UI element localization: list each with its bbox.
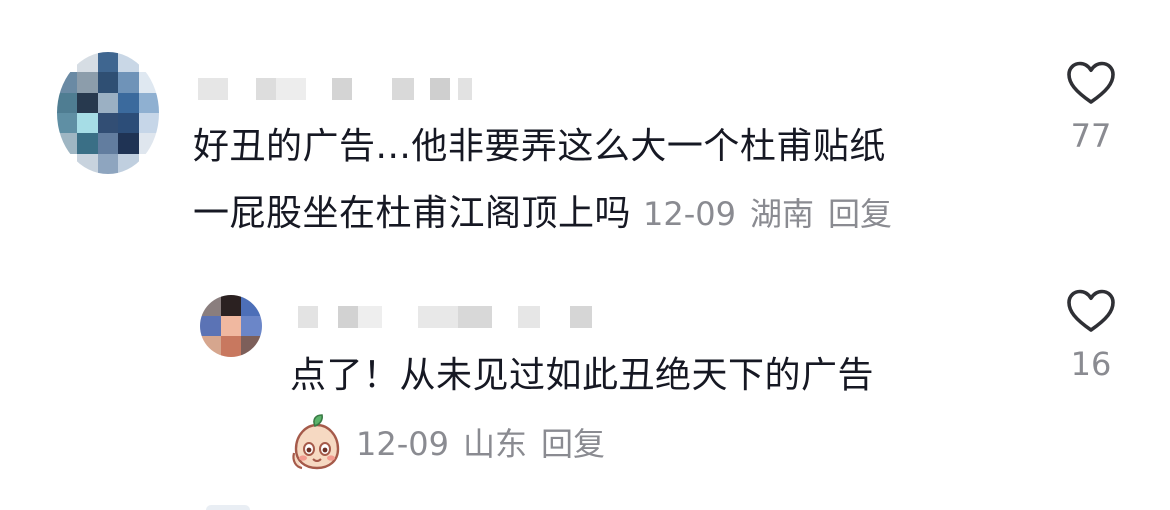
avatar[interactable] (57, 52, 159, 174)
comment-location: 山东 (462, 425, 527, 463)
comment-meta: 12-09 山东 回复 (356, 419, 605, 465)
comment-location: 湖南 (749, 195, 814, 233)
comment-time: 12-09 (356, 425, 449, 463)
comment-text-continued: 一屁股坐在杜甫江阁顶上吗 (193, 193, 632, 234)
reply-button[interactable]: 回复 (541, 425, 605, 463)
comment-meta: 12-09 湖南 回复 (643, 195, 892, 233)
avatar[interactable] (200, 295, 262, 357)
comment-time: 12-09 (642, 195, 736, 233)
like-button[interactable]: 77 (1051, 60, 1131, 152)
reply-meta-row: 12-09 山东 回复 (290, 412, 605, 472)
reply-button[interactable]: 回复 (828, 195, 892, 233)
peach-face-emoji-icon (290, 413, 344, 471)
next-avatar-edge (206, 505, 250, 510)
comment-text-line2: 一屁股坐在杜甫江阁顶上吗 12-09 湖南 回复 (193, 193, 892, 234)
heart-outline-icon[interactable] (1065, 60, 1117, 106)
like-button[interactable]: 16 (1051, 288, 1131, 380)
username-blurred[interactable] (198, 78, 472, 100)
username-blurred[interactable] (298, 306, 592, 328)
like-count: 16 (1070, 345, 1112, 383)
heart-outline-icon[interactable] (1065, 288, 1117, 334)
comment-text-line1: 好丑的广告...他非要弄这么大一个杜甫贴纸 (193, 126, 886, 167)
reply-text: 点了！从未见过如此丑绝天下的广告 (290, 355, 875, 396)
like-count: 77 (1070, 117, 1112, 155)
